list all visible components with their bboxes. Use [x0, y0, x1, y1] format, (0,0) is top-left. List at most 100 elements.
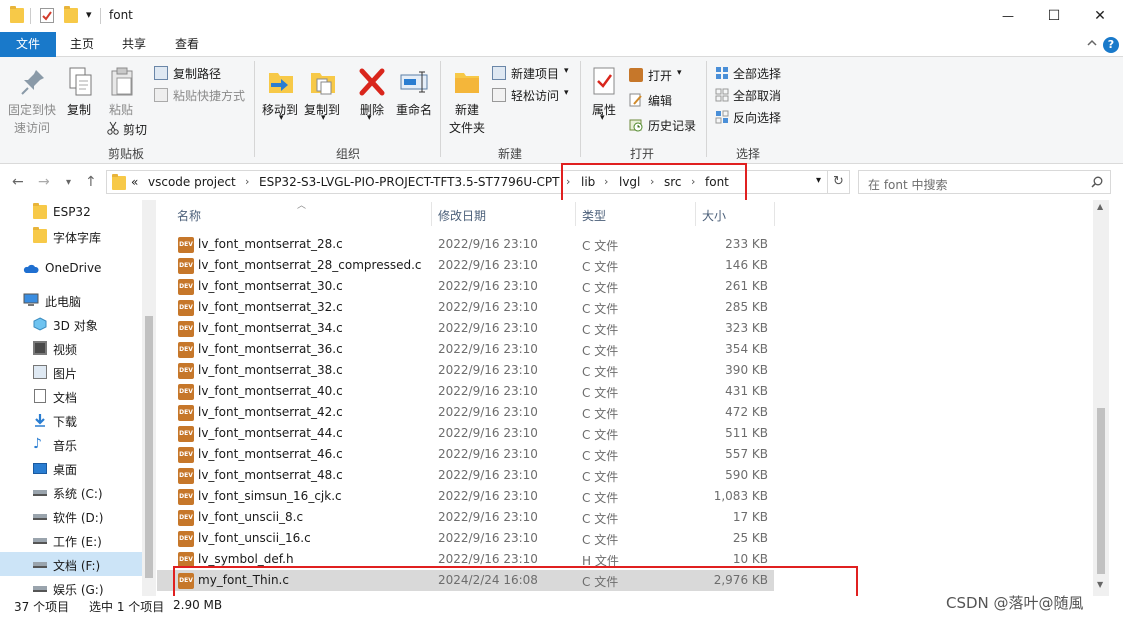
table-row[interactable]: DEV lv_font_montserrat_38.c 2022/9/16 23:1… — [157, 360, 774, 381]
history-button[interactable]: 历史记录 — [648, 117, 696, 134]
sidebar-item-drive-f[interactable]: 文档 (F:) — [0, 552, 142, 576]
new-item-dropdown-icon[interactable]: ▾ — [564, 66, 569, 76]
new-folder-button-line2[interactable]: 文件夹 — [449, 119, 485, 136]
sidebar-item-drive-d[interactable]: 软件 (D:) — [0, 504, 142, 528]
delete-button[interactable]: 删除 — [360, 101, 384, 118]
sidebar-scrollbar[interactable] — [142, 200, 156, 596]
table-row[interactable]: DEV lv_font_montserrat_40.c 2022/9/16 23:1… — [157, 381, 774, 402]
address-dropdown-icon[interactable]: ▾ — [816, 175, 821, 186]
table-row[interactable]: DEV lv_font_montserrat_30.c 2022/9/16 23:1… — [157, 276, 774, 297]
breadcrumb-project[interactable]: ESP32-S3-LVGL-PIO-PROJECT-TFT3.5-ST7796U… — [259, 175, 559, 189]
table-row[interactable]: DEV lv_font_montserrat_28.c 2022/9/16 23:1… — [157, 234, 774, 255]
pin-label-2[interactable]: 速访问 — [14, 119, 50, 136]
file-list-scrollbar-thumb[interactable] — [1097, 408, 1105, 574]
easy-access-dropdown-icon[interactable]: ▾ — [564, 88, 569, 98]
sidebar-item-3d-objects[interactable]: 3D 对象 — [0, 312, 142, 336]
sidebar-scrollbar-thumb[interactable] — [145, 316, 153, 578]
search-input[interactable]: 在 font 中搜索 — [868, 176, 948, 193]
column-header-name[interactable]: 名称 — [177, 207, 201, 224]
delete-icon[interactable] — [358, 67, 388, 99]
sidebar-item-videos[interactable]: 视频 — [0, 336, 142, 360]
sidebar-item-fonts[interactable]: 字体字库 — [0, 224, 142, 248]
properties-icon[interactable] — [591, 66, 621, 98]
column-header-size[interactable]: 大小 — [702, 207, 726, 224]
refresh-icon[interactable]: ↻ — [828, 170, 850, 194]
pin-label-1[interactable]: 固定到快 — [8, 101, 56, 118]
cut-button[interactable]: 剪切 — [123, 121, 147, 138]
sidebar-item-downloads[interactable]: 下载 — [0, 408, 142, 432]
sidebar-item-desktop[interactable]: 桌面 — [0, 456, 142, 480]
sidebar-item-pictures[interactable]: 图片 — [0, 360, 142, 384]
properties-check-icon[interactable] — [40, 8, 54, 23]
copy-to-icon[interactable] — [309, 65, 339, 97]
table-row[interactable]: DEV lv_font_montserrat_32.c 2022/9/16 23:1… — [157, 297, 774, 318]
rename-button[interactable]: 重命名 — [396, 101, 432, 118]
table-row[interactable]: DEV lv_font_montserrat_36.c 2022/9/16 23:1… — [157, 339, 774, 360]
paste-button[interactable]: 粘贴 — [109, 101, 133, 118]
close-button[interactable]: ✕ — [1077, 0, 1123, 32]
sidebar-item-drive-c[interactable]: 系统 (C:) — [0, 480, 142, 504]
open-button[interactable]: 打开 — [648, 67, 672, 84]
table-row[interactable]: DEV lv_font_unscii_8.c 2022/9/16 23:10 C 文件… — [157, 507, 774, 528]
invert-selection-button[interactable]: 反向选择 — [733, 109, 781, 126]
move-to-icon[interactable] — [267, 65, 297, 97]
new-item-button[interactable]: 新建项目 — [511, 65, 559, 82]
paste-icon[interactable] — [108, 66, 138, 98]
sidebar-item-drive-e[interactable]: 工作 (E:) — [0, 528, 142, 552]
copy-button[interactable]: 复制 — [67, 101, 91, 118]
sidebar-item-this-pc[interactable]: 此电脑 — [0, 288, 142, 312]
copy-icon[interactable] — [66, 66, 96, 98]
minimize-button[interactable]: — — [985, 0, 1031, 32]
new-folder-icon[interactable] — [453, 65, 483, 97]
easy-access-button[interactable]: 轻松访问 — [511, 87, 559, 104]
help-icon[interactable]: ? — [1103, 37, 1119, 53]
copy-to-dropdown-icon[interactable]: ▾ — [321, 113, 326, 123]
table-row[interactable]: DEV lv_font_montserrat_48.c 2022/9/16 23:1… — [157, 465, 774, 486]
collapse-ribbon-icon[interactable] — [1086, 37, 1098, 52]
forward-icon[interactable]: → — [38, 174, 50, 190]
breadcrumb-overflow[interactable]: « — [131, 175, 138, 189]
column-header-type[interactable]: 类型 — [582, 207, 606, 224]
paste-shortcut-button[interactable]: 粘贴快捷方式 — [173, 87, 245, 104]
tab-file[interactable]: 文件 — [0, 32, 56, 57]
sidebar-item-documents[interactable]: 文档 — [0, 384, 142, 408]
scroll-down-icon[interactable]: ▼ — [1097, 580, 1103, 589]
breadcrumb-vscode-project[interactable]: vscode project — [148, 175, 236, 189]
table-row[interactable]: DEV lv_font_montserrat_34.c 2022/9/16 23:1… — [157, 318, 774, 339]
table-row[interactable]: DEV lv_font_montserrat_46.c 2022/9/16 23:1… — [157, 444, 774, 465]
select-none-button[interactable]: 全部取消 — [733, 87, 781, 104]
pin-icon[interactable] — [18, 66, 48, 98]
sidebar-item-drive-g[interactable]: 娱乐 (G:) — [0, 576, 142, 596]
table-row[interactable]: DEV lv_font_montserrat_28_compressed.c 202… — [157, 255, 774, 276]
properties-dropdown-icon[interactable]: ▾ — [600, 113, 605, 123]
new-folder-icon[interactable] — [64, 6, 78, 23]
sidebar-item-onedrive[interactable]: OneDrive — [0, 256, 142, 280]
search-box[interactable]: 在 font 中搜索 — [858, 170, 1111, 194]
rename-icon[interactable] — [400, 67, 430, 99]
edit-button[interactable]: 编辑 — [648, 92, 672, 109]
scroll-up-icon[interactable]: ▲ — [1097, 202, 1103, 211]
sidebar-item-esp32[interactable]: ESP32 — [0, 200, 142, 224]
table-row[interactable]: DEV lv_font_montserrat_42.c 2022/9/16 23:1… — [157, 402, 774, 423]
open-dropdown-icon[interactable]: ▾ — [677, 68, 682, 78]
recent-locations-icon[interactable]: ▾ — [66, 177, 71, 188]
table-row[interactable]: DEV lv_font_unscii_16.c 2022/9/16 23:10 C 文… — [157, 528, 774, 549]
move-to-dropdown-icon[interactable]: ▾ — [279, 113, 284, 123]
chevron-right-icon[interactable]: › — [245, 175, 249, 188]
delete-dropdown-icon[interactable]: ▾ — [367, 113, 372, 123]
tab-home[interactable]: 主页 — [60, 32, 104, 57]
quick-access-dropdown-icon[interactable]: ▾ — [86, 8, 92, 21]
sidebar-item-music[interactable]: ♪ 音乐 — [0, 432, 142, 456]
select-all-button[interactable]: 全部选择 — [733, 65, 781, 82]
back-icon[interactable]: ← — [12, 174, 24, 190]
maximize-button[interactable]: ☐ — [1031, 0, 1077, 32]
up-icon[interactable]: ↑ — [85, 174, 97, 190]
copy-path-button[interactable]: 复制路径 — [173, 65, 221, 82]
table-row[interactable]: DEV lv_font_montserrat_44.c 2022/9/16 23:1… — [157, 423, 774, 444]
table-row[interactable]: DEV lv_font_simsun_16_cjk.c 2022/9/16 23:1… — [157, 486, 774, 507]
file-list-scrollbar[interactable]: ▲ ▼ — [1093, 200, 1109, 596]
column-header-date[interactable]: 修改日期 — [438, 207, 486, 224]
new-folder-button-line1[interactable]: 新建 — [455, 101, 479, 118]
tab-view[interactable]: 查看 — [165, 32, 209, 57]
tab-share[interactable]: 共享 — [112, 32, 156, 57]
